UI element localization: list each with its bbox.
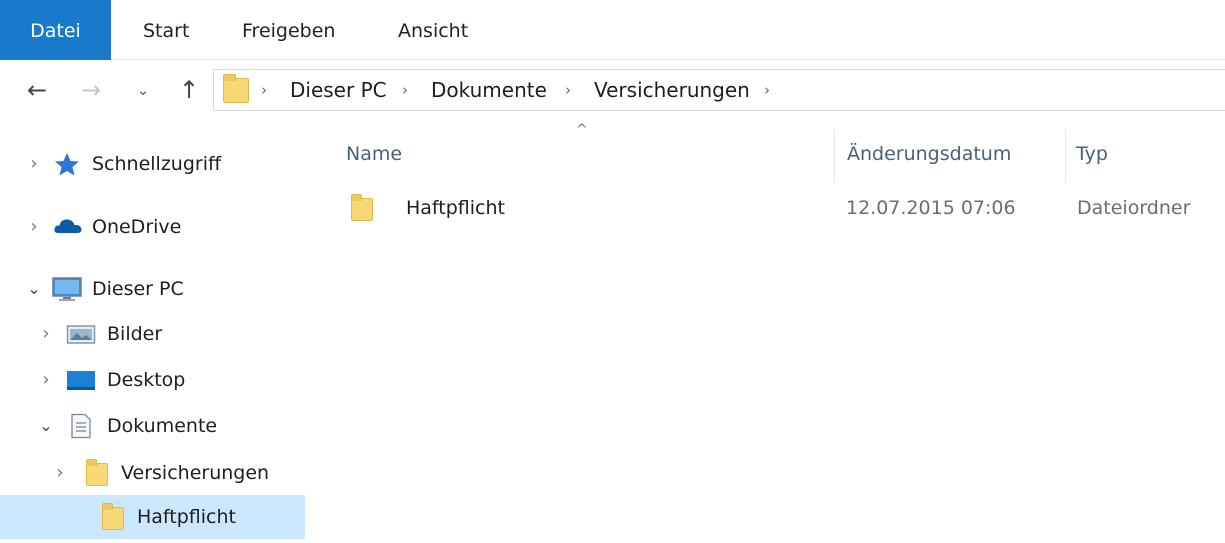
column-divider[interactable]: [834, 130, 835, 182]
tab-datei[interactable]: Datei: [0, 0, 111, 60]
documents-icon: [68, 413, 96, 439]
column-header-type[interactable]: Typ: [1076, 134, 1108, 174]
expand-chevron-icon[interactable]: ›: [36, 358, 56, 402]
expand-chevron-icon[interactable]: ›: [24, 205, 44, 249]
sidebar-item-schnellzugriff[interactable]: › Schnellzugriff: [0, 142, 305, 186]
pictures-icon: [66, 321, 96, 347]
folder-icon: [86, 459, 108, 486]
breadcrumb-dieser-pc[interactable]: Dieser PC: [290, 70, 387, 110]
collapse-chevron-icon[interactable]: ⌄: [36, 404, 56, 448]
file-type: Dateiordner: [1077, 197, 1191, 219]
cloud-icon: [53, 214, 82, 240]
recent-locations-chevron-icon[interactable]: ⌄: [131, 75, 155, 105]
back-arrow-icon[interactable]: ←: [22, 75, 52, 105]
sidebar-item-label: Schnellzugriff: [92, 153, 222, 175]
sidebar-item-label: Haftpflicht: [137, 506, 236, 528]
ribbon: Datei Start Freigeben Ansicht: [0, 0, 1225, 60]
tab-start[interactable]: Start: [143, 0, 189, 60]
collapse-chevron-icon[interactable]: ⌄: [24, 267, 44, 311]
expand-chevron-icon[interactable]: ›: [50, 451, 70, 495]
sidebar-item-bilder[interactable]: › Bilder: [0, 312, 305, 356]
breadcrumb-separator-icon[interactable]: ›: [402, 70, 408, 110]
computer-icon: [51, 276, 82, 302]
table-row[interactable]: Haftpflicht 12.07.2015 07:06 Dateiordner: [340, 186, 1225, 230]
column-divider[interactable]: [1065, 130, 1066, 182]
breadcrumb-versicherungen[interactable]: Versicherungen: [594, 70, 750, 110]
sidebar-item-onedrive[interactable]: › OneDrive: [0, 205, 305, 249]
sidebar-item-dokumente[interactable]: ⌄ Dokumente: [0, 404, 305, 448]
sidebar-item-versicherungen[interactable]: › Versicherungen: [0, 451, 305, 495]
sidebar-item-dieser-pc[interactable]: ⌄ Dieser PC: [0, 267, 305, 311]
navigation-bar: ← → ⌄ ↑ › Dieser PC › Dokumente › Versic…: [0, 61, 1225, 119]
sidebar-item-label: OneDrive: [92, 216, 182, 238]
file-list: ^ Name Änderungsdatum Typ Haftpflicht 12…: [320, 120, 1225, 543]
folder-icon: [223, 74, 249, 103]
sidebar-item-label: Versicherungen: [121, 462, 270, 484]
tab-ansicht[interactable]: Ansicht: [398, 0, 468, 60]
modified-date: 12.07.2015 07:06: [846, 197, 1016, 219]
tab-freigeben[interactable]: Freigeben: [242, 0, 335, 60]
breadcrumb-separator-icon[interactable]: ›: [261, 70, 267, 110]
expand-chevron-icon[interactable]: ›: [36, 312, 56, 356]
sidebar-item-label: Desktop: [107, 369, 186, 391]
up-arrow-icon[interactable]: ↑: [174, 75, 204, 105]
sort-ascending-icon: ^: [576, 122, 588, 138]
star-icon: [53, 151, 81, 177]
sidebar-item-desktop[interactable]: › Desktop: [0, 358, 305, 402]
forward-arrow-icon[interactable]: →: [76, 75, 106, 105]
folder-icon: [351, 194, 373, 221]
breadcrumb-separator-icon[interactable]: ›: [565, 70, 571, 110]
column-header-date[interactable]: Änderungsdatum: [847, 134, 1011, 174]
sidebar-item-haftpflicht[interactable]: Haftpflicht: [0, 495, 305, 539]
expand-chevron-icon[interactable]: ›: [24, 142, 44, 186]
sidebar-item-label: Bilder: [107, 323, 163, 345]
column-header-name[interactable]: Name: [346, 134, 402, 174]
sidebar-item-label: Dokumente: [107, 415, 218, 437]
sidebar-item-label: Dieser PC: [92, 278, 184, 300]
file-name[interactable]: Haftpflicht: [406, 186, 505, 230]
desktop-icon: [66, 367, 95, 393]
folder-icon: [102, 503, 124, 530]
address-bar[interactable]: › Dieser PC › Dokumente › Versicherungen…: [213, 69, 1225, 111]
breadcrumb-separator-icon[interactable]: ›: [764, 70, 770, 110]
breadcrumb-dokumente[interactable]: Dokumente: [431, 70, 547, 110]
navigation-pane: › Schnellzugriff › OneDrive ⌄ Dieser PC …: [0, 120, 310, 543]
